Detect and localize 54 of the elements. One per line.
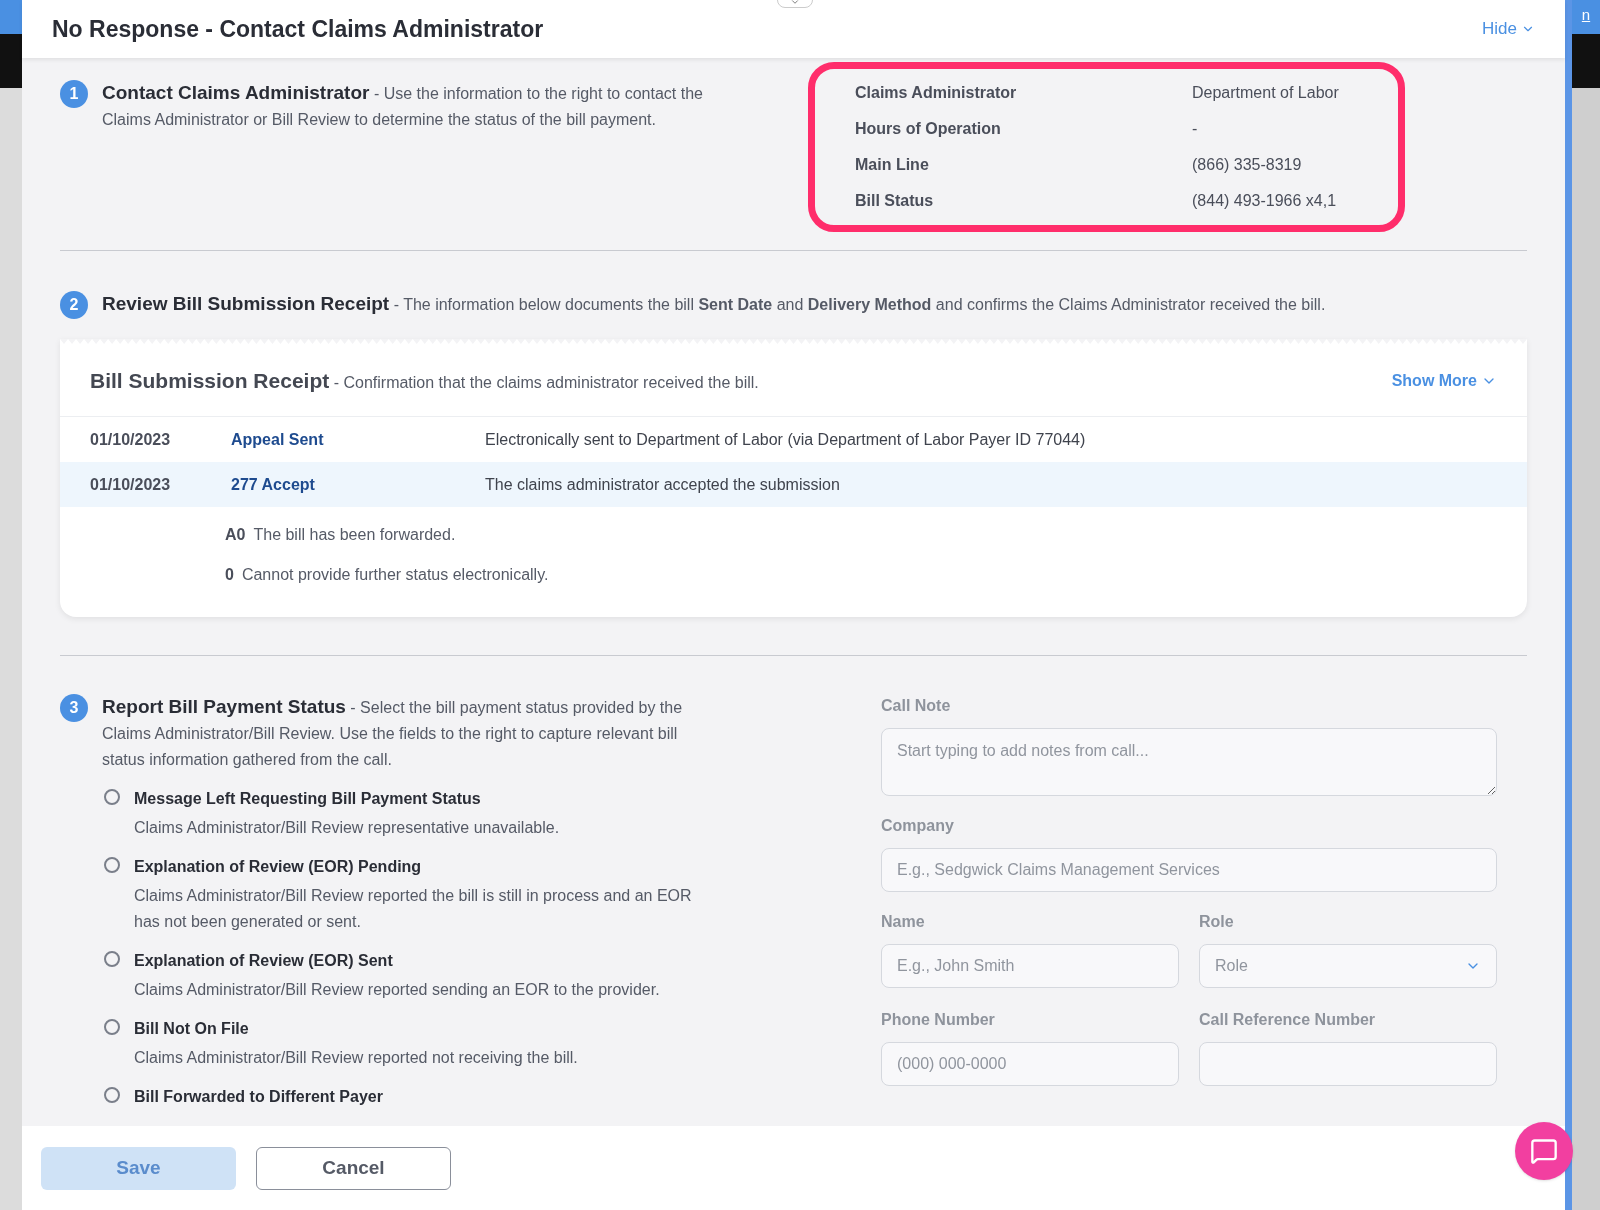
radio-label: Message Left Requesting Bill Payment Status [134, 789, 482, 809]
step-number-badge: 2 [60, 291, 88, 319]
field-label: Name [881, 912, 926, 932]
step-number-badge: 3 [60, 694, 88, 722]
date-text: 01/10/2023 [90, 429, 172, 450]
field-label: Role [1199, 912, 1235, 932]
date-text: 01/10/2023 [90, 474, 172, 495]
info-label: Bill Status [855, 191, 935, 211]
show-more-button[interactable]: Show More [1391, 368, 1497, 393]
info-label: Claims Administrator [855, 83, 1018, 103]
dark-band [1572, 34, 1600, 88]
radio-description: Claims Administrator/Bill Review reported not receiving the bill. [134, 1048, 578, 1068]
radio-button[interactable] [104, 951, 120, 967]
hide-button[interactable]: Hide [1482, 16, 1535, 42]
radio-description: Claims Administrator/Bill Review reported sending an EOR to the provider. [134, 980, 660, 1000]
status-code: 0 [225, 565, 234, 585]
field-label: Call Reference Number [1199, 1010, 1377, 1030]
status-code: A0 [225, 525, 246, 545]
event-link[interactable]: 277 Accept [231, 472, 485, 497]
info-value: (844) 493-1966 x4,1 [1192, 191, 1337, 211]
step-description: Report Bill Payment Status - Select the bill payment status provided by the Claims Administrator/Bill Review. Use the fields to the right to capture relevant bill status information gathered from the call. [102, 695, 684, 770]
radio-button[interactable] [104, 1019, 120, 1035]
radio-description: Claims Administrator/Bill Review representative unavailable. [134, 818, 560, 838]
event-description: Electronically sent to Department of Labor (via Department of Labor Payer ID 77044) [485, 429, 1086, 450]
radio-button[interactable] [104, 789, 120, 805]
event-link[interactable]: Appeal Sent [231, 427, 485, 452]
chat-icon [1530, 1137, 1558, 1165]
window-title: No Response - Contact Claims Administrator [52, 14, 544, 44]
radio-button[interactable] [104, 857, 120, 873]
event-description: The claims administrator accepted the submission [485, 474, 840, 495]
receipt-heading: Bill Submission Receipt - Confirmation that the claims administrator received the bill. [90, 367, 759, 394]
corner-link[interactable]: n [1581, 4, 1591, 34]
radio-label: Explanation of Review (EOR) Pending [134, 857, 423, 877]
info-value: Department of Labor [1192, 83, 1339, 103]
info-value: (866) 335-8319 [1192, 155, 1302, 175]
field-label: Company [881, 816, 955, 836]
cancel-button[interactable]: Cancel [256, 1146, 451, 1190]
step-description: Contact Claims Administrator - Use the information to the right to contact the Claims Administrator or Bill Review to determine the status of the bill payment. [102, 81, 704, 130]
radio-description: Claims Administrator/Bill Review reported the bill is still in process and an EOR has not been generated or sent. [134, 886, 693, 932]
radio-button[interactable] [104, 1087, 120, 1103]
scrollbar[interactable] [1565, 0, 1572, 1210]
field-label: Call Note [881, 696, 952, 716]
radio-label: Bill Forwarded to Different Payer [134, 1087, 383, 1107]
status-code-text: The bill has been forwarded. [253, 525, 456, 545]
info-value: - [1192, 119, 1198, 139]
info-label: Hours of Operation [855, 119, 1002, 139]
chevron-down-icon [790, 0, 800, 7]
radio-label: Bill Not On File [134, 1019, 250, 1039]
step-number-badge: 1 [60, 80, 88, 108]
radio-label: Explanation of Review (EOR) Sent [134, 951, 394, 971]
step-description: Review Bill Submission Receipt - The information below documents the bill Sent Date and Delivery Method and confirms the Claims Administrator received the bill. [102, 292, 1326, 316]
info-label: Main Line [855, 155, 930, 175]
field-label: Phone Number [881, 1010, 996, 1030]
status-code-text: Cannot provide further status electronically. [241, 565, 549, 585]
